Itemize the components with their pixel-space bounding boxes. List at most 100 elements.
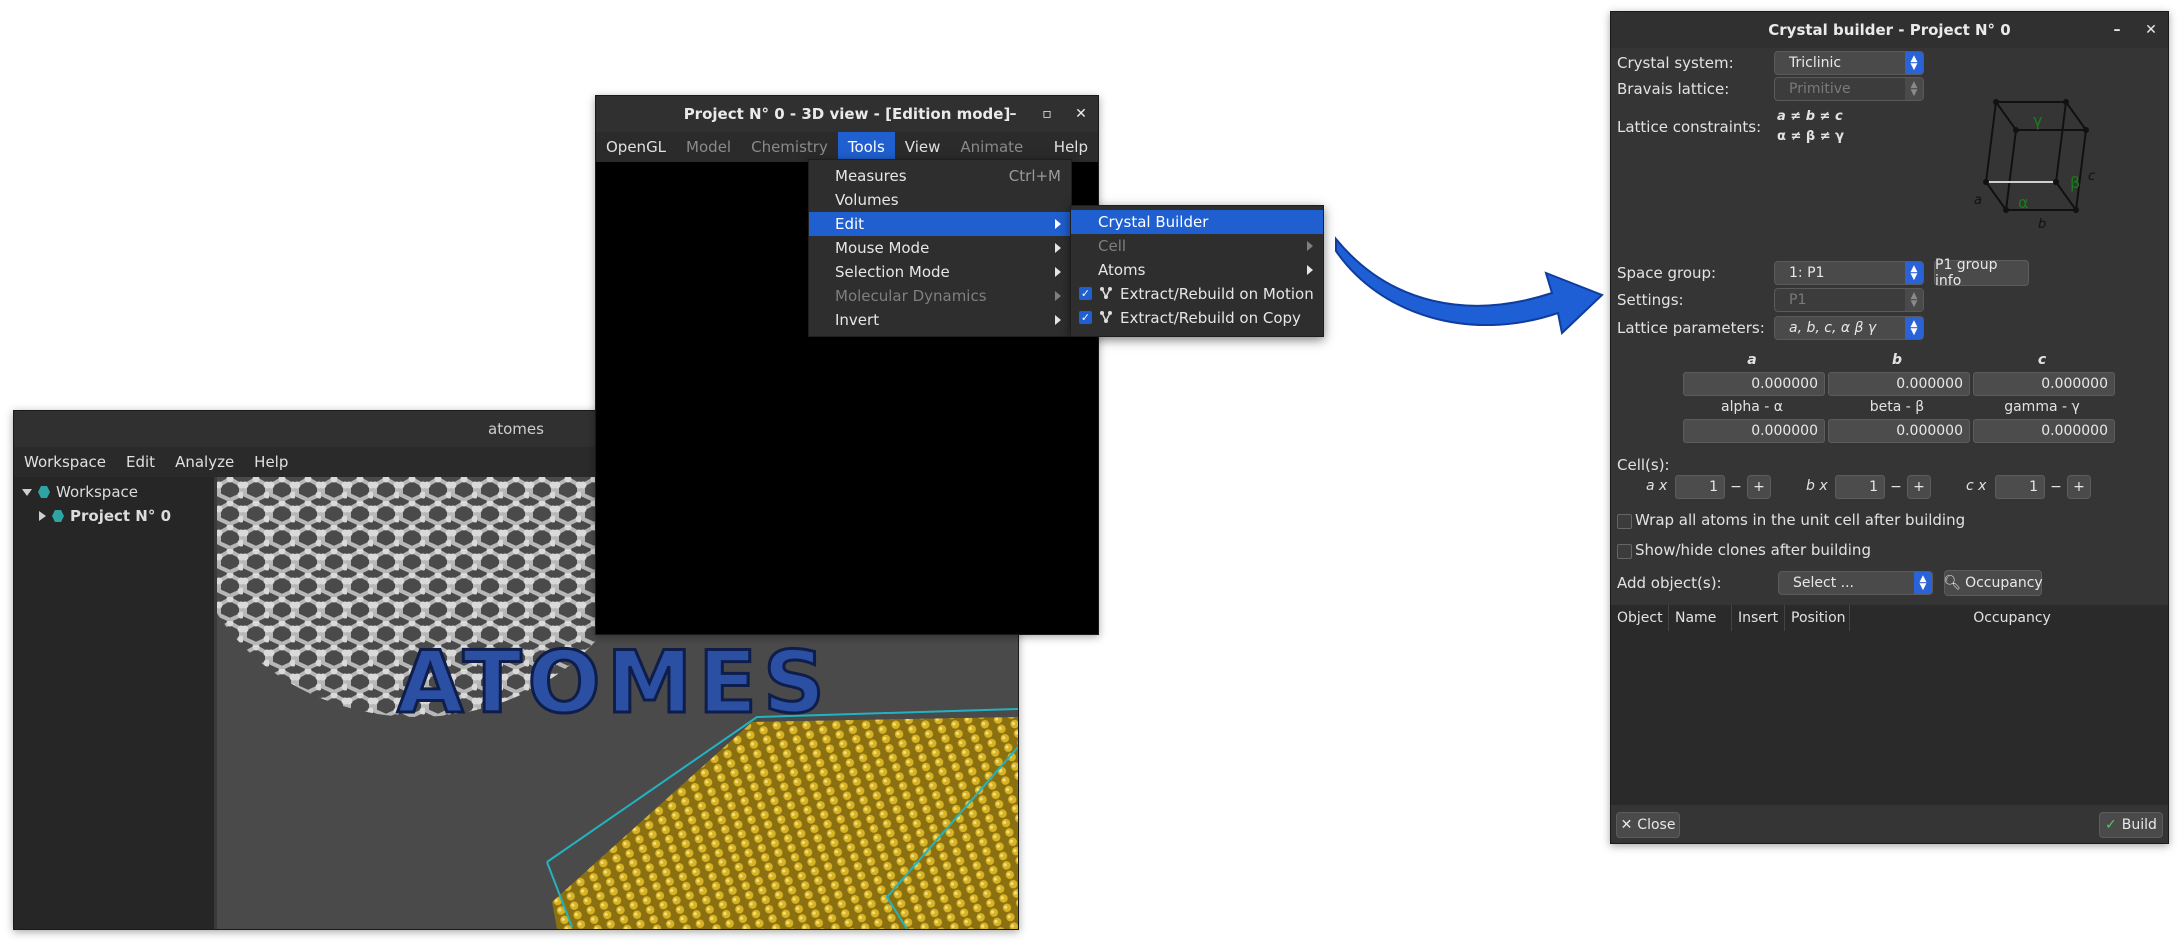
menu-item-atoms[interactable]: Atoms (1071, 258, 1323, 282)
minimize-icon[interactable]: – (1002, 103, 1024, 125)
cells-a-value: 1 (1709, 479, 1718, 495)
cells-c-minus-button[interactable]: − (2045, 475, 2067, 499)
tree-workspace-label: Workspace (56, 483, 138, 501)
param-beta-entry[interactable]: 0.000000 (1828, 419, 1970, 443)
view3d-titlebar[interactable]: Project N° 0 - 3D view - [Edition mode] … (596, 96, 1098, 132)
menu-item-invert[interactable]: Invert (809, 308, 1071, 332)
diagram-gamma: γ (2033, 111, 2042, 130)
settings-combo[interactable]: P1 ▲ ▼ (1774, 288, 1924, 312)
settings-value: P1 (1789, 292, 1807, 308)
menu-item-mouse-mode[interactable]: Mouse Mode (809, 236, 1071, 260)
cells-b-entry[interactable]: 1 (1835, 475, 1885, 499)
param-gamma-value: 0.000000 (2041, 423, 2108, 439)
occupancy-button[interactable]: 🔍︎ Occupancy (1943, 570, 2043, 596)
minimize-icon[interactable]: – (2106, 19, 2128, 41)
param-a-value: 0.000000 (1751, 376, 1818, 392)
measures-label: Measures (835, 167, 907, 185)
cells-a-minus-button[interactable]: − (1725, 475, 1747, 499)
gold-crystal (552, 717, 1018, 929)
close-icon[interactable]: ✕ (1070, 103, 1092, 125)
menu-view[interactable]: View (895, 132, 951, 162)
build-button-label: Build (2121, 817, 2157, 833)
bravais-value: Primitive (1789, 81, 1851, 97)
menu-item-extract-motion[interactable]: ✓ Extract/Rebuild on Motion (1071, 282, 1323, 306)
settings-label: Settings: (1617, 291, 1684, 309)
param-header-b: b (1891, 352, 1903, 368)
tools-menu: Measures Ctrl+M Volumes Edit Mouse Mode … (808, 159, 1072, 337)
menu-help[interactable]: Help (244, 447, 298, 477)
diagram-alpha: α (2018, 193, 2029, 212)
cells-a-plus-button[interactable]: + (1747, 475, 1771, 499)
wrap-label: Wrap all atoms in the unit cell after bu… (1635, 511, 1966, 529)
menu-item-extract-copy[interactable]: ✓ Extract/Rebuild on Copy (1071, 306, 1323, 330)
crystal-titlebar[interactable]: Crystal builder - Project N° 0 – ✕ (1611, 12, 2168, 48)
menu-opengl[interactable]: OpenGL (596, 132, 676, 162)
close-x-icon: ✕ (1620, 817, 1633, 833)
group-info-button[interactable]: P1 group info (1934, 257, 2029, 289)
cells-bx-label: b x (1806, 478, 1828, 494)
cells-c-entry[interactable]: 1 (1995, 475, 2045, 499)
close-icon[interactable]: ✕ (2140, 19, 2162, 41)
column-position[interactable]: Position (1785, 605, 1850, 631)
expander-closed-icon[interactable] (39, 511, 46, 521)
menu-item-molecular-dynamics[interactable]: Molecular Dynamics (809, 284, 1071, 308)
column-insert[interactable]: Insert (1732, 605, 1785, 631)
menu-tools[interactable]: Tools (837, 132, 895, 162)
molecular-dynamics-label: Molecular Dynamics (835, 287, 987, 305)
add-object-value: Select ... (1793, 575, 1854, 591)
param-c-entry[interactable]: 0.000000 (1973, 372, 2115, 396)
menu-item-selection-mode[interactable]: Selection Mode (809, 260, 1071, 284)
cells-b-plus-button[interactable]: + (1907, 475, 1931, 499)
cell-label: Cell (1098, 237, 1127, 255)
lattice-label: Lattice parameters: (1617, 319, 1765, 337)
wrap-checkbox[interactable] (1617, 514, 1632, 529)
column-occupancy[interactable]: Occupancy (1850, 605, 2168, 631)
menu-workspace[interactable]: Workspace (14, 447, 116, 477)
workspace-tree: Workspace Project N° 0 (14, 477, 217, 929)
clones-label: Show/hide clones after building (1635, 541, 1871, 559)
menu-item-volumes[interactable]: Volumes (809, 188, 1071, 212)
cells-b-minus-button[interactable]: − (1885, 475, 1907, 499)
expander-open-icon[interactable] (22, 488, 32, 496)
tree-item-project[interactable]: Project N° 0 (14, 504, 214, 528)
param-a-entry[interactable]: 0.000000 (1683, 372, 1825, 396)
cells-c-plus-button[interactable]: + (2067, 475, 2091, 499)
menu-edit[interactable]: Edit (116, 447, 165, 477)
menu-item-cell[interactable]: Cell (1071, 234, 1323, 258)
build-button[interactable]: ✓ Build (2099, 812, 2163, 838)
bravais-combo[interactable]: Primitive ▲ ▼ (1774, 77, 1924, 101)
view3d-menubar: OpenGL Model Chemistry Tools View Animat… (596, 132, 1098, 162)
checkbox-checked-icon[interactable]: ✓ (1079, 287, 1092, 300)
combo-arrows-icon: ▲ ▼ (1905, 52, 1923, 74)
menu-animate[interactable]: Animate (950, 132, 1033, 162)
tree-project-label: Project N° 0 (70, 507, 172, 525)
maximize-icon[interactable]: ▫ (1036, 103, 1058, 125)
close-button[interactable]: ✕ Close (1616, 812, 1680, 838)
space-group-combo[interactable]: 1: P1 ▲ ▼ (1774, 261, 1924, 285)
add-object-combo[interactable]: Select ... ▲ ▼ (1778, 571, 1933, 595)
cells-c-value: 1 (2029, 479, 2038, 495)
menu-chemistry[interactable]: Chemistry (741, 132, 838, 162)
lattice-value: a, b, c, α β γ (1789, 320, 1877, 336)
tree-item-workspace[interactable]: Workspace (14, 480, 214, 504)
submenu-arrow-icon (1307, 241, 1313, 251)
lattice-combo[interactable]: a, b, c, α β γ ▲ ▼ (1774, 316, 1924, 340)
checkbox-checked-icon[interactable]: ✓ (1079, 311, 1092, 324)
column-object[interactable]: Object (1611, 605, 1669, 631)
menu-item-crystal-builder[interactable]: Crystal Builder (1071, 210, 1323, 234)
param-alpha-entry[interactable]: 0.000000 (1683, 419, 1825, 443)
param-gamma-entry[interactable]: 0.000000 (1973, 419, 2115, 443)
constraints-label: Lattice constraints: (1617, 118, 1762, 136)
constraints-line2: α ≠ β ≠ γ (1777, 129, 1844, 144)
menu-model[interactable]: Model (676, 132, 741, 162)
menu-help[interactable]: Help (1044, 132, 1098, 162)
space-group-label: Space group: (1617, 264, 1717, 282)
menu-analyze[interactable]: Analyze (165, 447, 244, 477)
column-name[interactable]: Name (1669, 605, 1732, 631)
menu-item-edit[interactable]: Edit (809, 212, 1071, 236)
crystal-system-combo[interactable]: Triclinic ▲ ▼ (1774, 51, 1924, 75)
clones-checkbox[interactable] (1617, 544, 1632, 559)
param-b-entry[interactable]: 0.000000 (1828, 372, 1970, 396)
menu-item-measures[interactable]: Measures Ctrl+M (809, 164, 1071, 188)
cells-a-entry[interactable]: 1 (1675, 475, 1725, 499)
